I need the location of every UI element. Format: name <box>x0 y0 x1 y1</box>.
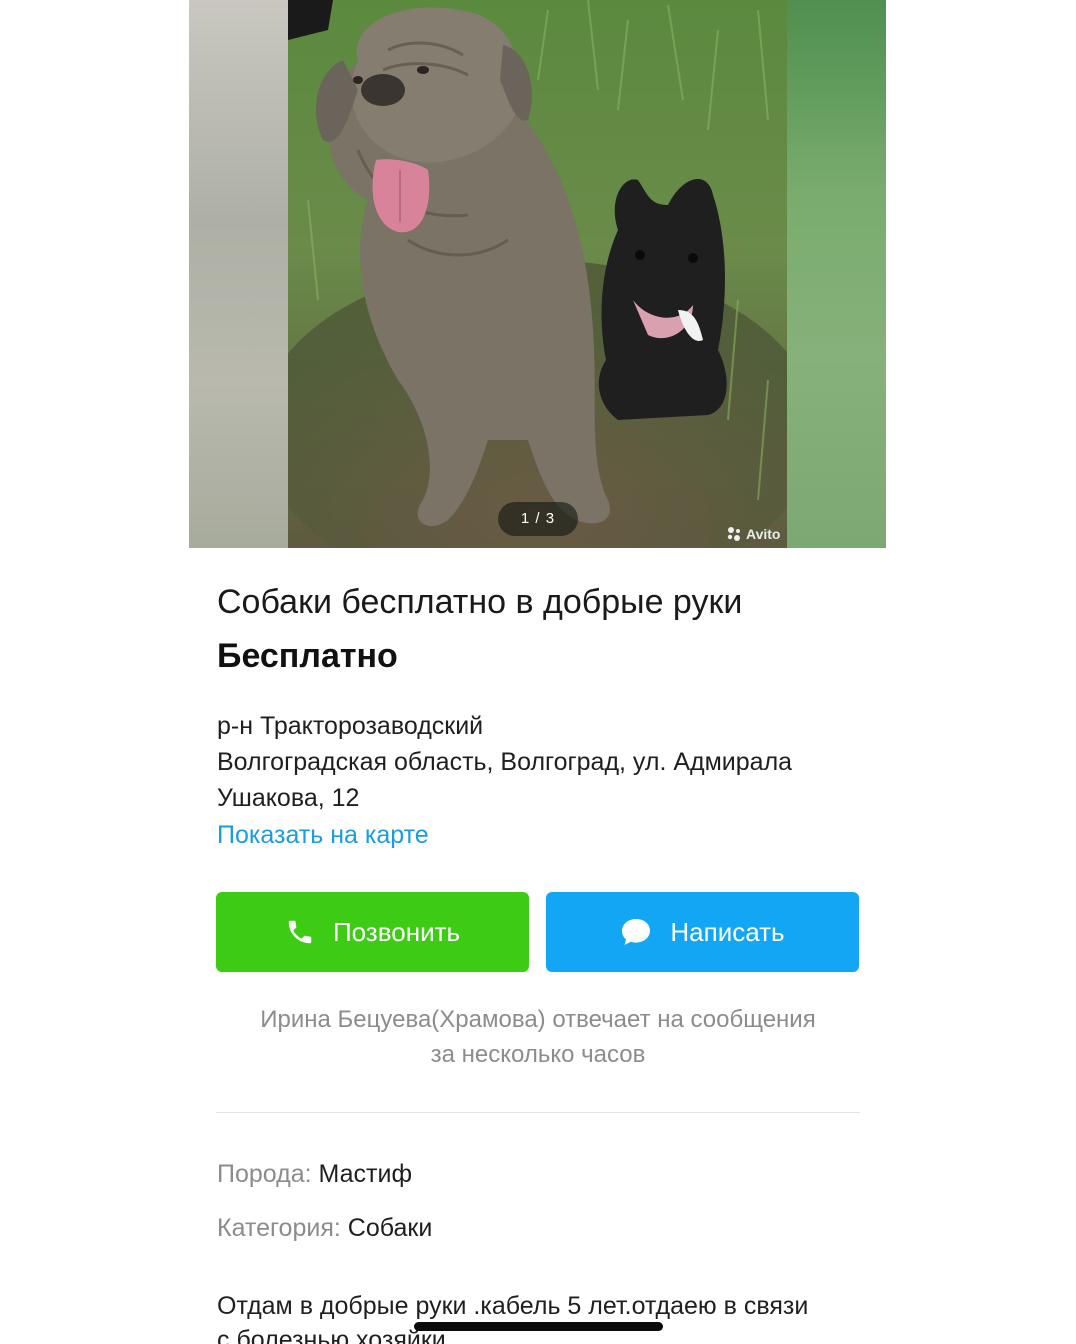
home-indicator[interactable] <box>414 1322 663 1331</box>
description-line-1: Отдам в добрые руки .кабель 5 лет.отдаею… <box>217 1292 809 1320</box>
call-button[interactable]: Позвонить <box>216 892 529 972</box>
photo-gallery[interactable]: 1 / 3 Avito <box>189 0 886 548</box>
listing-address: р-н Тракторозаводский Волгоградская обла… <box>217 708 857 816</box>
param-value: Собаки <box>347 1214 433 1242</box>
write-button[interactable]: Написать <box>546 892 859 972</box>
show-on-map-link[interactable]: Показать на карте <box>217 817 429 853</box>
listing-photo[interactable] <box>288 0 787 548</box>
listing-description: Отдам в добрые руки .кабель 5 лет.отдаею… <box>217 1289 867 1344</box>
param-key: Категория: <box>217 1214 341 1242</box>
seller-response-note: Ирина Бецуева(Храмова) отвечает на сообщ… <box>216 1002 860 1072</box>
param-key: Порода: <box>217 1160 312 1188</box>
photo-counter: 1 / 3 <box>498 502 578 536</box>
listing-title: Собаки бесплатно в добрые руки <box>217 583 743 621</box>
gallery-blur-left <box>189 0 288 548</box>
chat-bubble-icon <box>622 919 651 945</box>
avito-watermark: Avito <box>726 524 780 544</box>
section-divider <box>216 1112 860 1113</box>
listing-page: 1 / 3 Avito Собаки бесплатно в добрые ру… <box>0 0 1076 1344</box>
avito-logo-icon <box>727 527 740 541</box>
address-line-2: Ушакова, 12 <box>217 784 360 812</box>
param-breed: Порода: Мастиф <box>217 1156 412 1192</box>
district-text: р-н Тракторозаводский <box>217 712 484 740</box>
address-line-1: Волгоградская область, Волгоград, ул. Ад… <box>217 748 793 776</box>
phone-icon <box>288 920 312 944</box>
call-button-label: Позвонить <box>332 916 461 947</box>
param-value: Мастиф <box>318 1160 413 1188</box>
param-category: Категория: Собаки <box>217 1210 432 1246</box>
gallery-blur-right <box>787 0 886 548</box>
seller-note-line-2: за несколько часов <box>430 1041 646 1068</box>
seller-note-line-1: Ирина Бецуева(Храмова) отвечает на сообщ… <box>260 1006 816 1033</box>
write-button-label: Написать <box>670 916 785 947</box>
listing-price: Бесплатно <box>217 637 398 675</box>
watermark-text: Avito <box>746 526 781 542</box>
